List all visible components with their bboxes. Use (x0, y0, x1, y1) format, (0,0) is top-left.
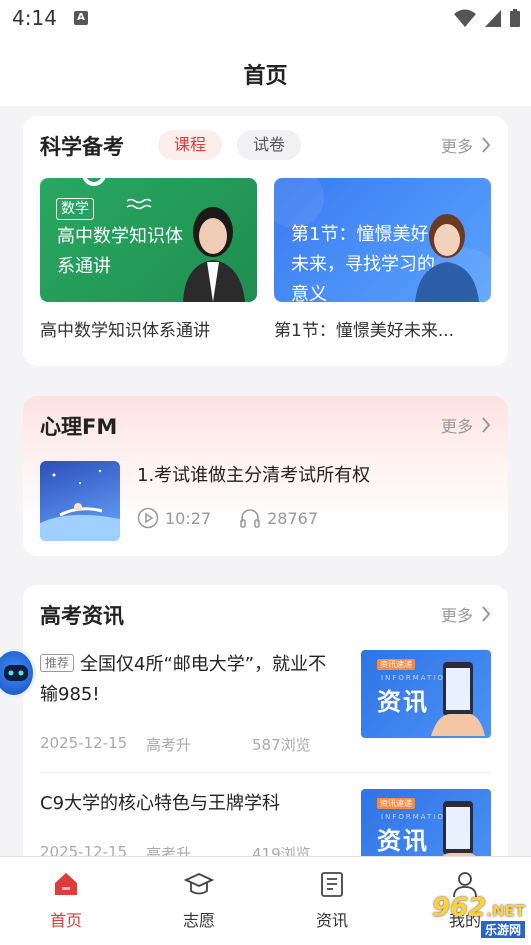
fm-episode-meta: 10:27 28767 (137, 507, 318, 529)
gaokao-news-card: 高考资讯 更多 推荐 全国仅4所“邮电大学”，就业不输985! 2025-12-1… (23, 585, 508, 877)
news-views: 587浏览 (252, 736, 311, 754)
home-icon (55, 873, 77, 895)
chevron-right-icon (482, 606, 491, 622)
more-link[interactable]: 更多 (441, 133, 491, 157)
thumb-title: 资讯 (377, 827, 429, 855)
teacher-portrait-icon (183, 207, 245, 302)
course-card[interactable]: 数学 高中数学知识体系通讲 高中数学知识体系通讲 (40, 178, 257, 341)
news-item[interactable]: 推荐 全国仅4所“邮电大学”，就业不输985! 2025-12-15 高考升 58… (40, 650, 491, 770)
more-label: 更多 (440, 137, 473, 156)
news-title-text: C9大学的核心特色与王牌学科 (40, 793, 281, 814)
section-title: 心理FM (40, 415, 118, 439)
fm-thumbnail (40, 461, 120, 541)
tab-exam-paper[interactable]: 试卷 (237, 130, 302, 160)
card-header: 高考资讯 更多 (40, 585, 491, 641)
play-circle-icon (137, 507, 159, 529)
headphones-icon (240, 509, 260, 528)
decor-wave-icon (126, 198, 152, 210)
fm-episode-title: 1.考试谁做主分清考试所有权 (137, 465, 371, 486)
document-icon (321, 872, 343, 897)
news-thumbnail: 资讯速递 INFORMATION 资讯 (361, 650, 491, 738)
thumb-small-label: 资讯速递 (377, 659, 415, 670)
phone-hand-icon (431, 662, 485, 736)
page-title: 首页 (243, 64, 288, 89)
tab-volunteer[interactable]: 志愿 (159, 869, 239, 931)
tab-course[interactable]: 课程 (158, 130, 223, 160)
duration-text: 10:27 (165, 508, 212, 528)
watermark-site: 乐游网 (480, 921, 525, 938)
science-prep-card: 科学备考 课程 试卷 更多 数学 高中数学知识体系通讲 高中数学知识体系通讲 第… (23, 116, 508, 366)
signal-icon (485, 10, 501, 27)
divider (40, 772, 491, 773)
tab-home[interactable]: 首页 (26, 869, 106, 931)
tab-label: 志愿 (182, 911, 215, 930)
recommend-tag: 推荐 (40, 654, 75, 672)
news-author: 高考升 (146, 736, 192, 754)
course-thumbnail: 第1节：憧憬美好未来，寻找学习的意义 (274, 178, 491, 302)
news-title-text: 全国仅4所“邮电大学”，就业不输985! (40, 654, 327, 705)
teacher-portrait-icon (415, 214, 479, 302)
listen-count: 28767 (239, 507, 318, 529)
watermark-number: 962 (431, 893, 487, 923)
system-icons (453, 8, 521, 28)
card-header: 科学备考 课程 试卷 更多 (40, 116, 491, 172)
subject-tag: 数学 (56, 198, 94, 220)
psychology-fm-card: 心理FM 更多 1.考试谁做主分清考试所有权 10:27 28767 (23, 396, 508, 556)
course-caption: 高中数学知识体系通讲 (40, 321, 210, 341)
decor-circle-icon (82, 178, 106, 186)
listen-count-text: 28767 (267, 508, 319, 528)
more-label: 更多 (440, 417, 473, 436)
graduation-cap-icon (184, 873, 214, 895)
section-title: 高考资讯 (40, 604, 124, 628)
thumb-small-label: 资讯速递 (377, 798, 415, 809)
watermark-logo: 962.NET 乐游网 (431, 893, 525, 938)
tab-news[interactable]: 资讯 (292, 869, 372, 931)
duration: 10:27 (137, 507, 211, 529)
more-link[interactable]: 更多 (441, 413, 491, 437)
course-caption: 第1节：憧憬美好未来... (274, 321, 455, 341)
news-date: 2025-12-15 (40, 734, 128, 752)
night-sky-illustration-icon (40, 469, 120, 541)
thumb-title: 资讯 (377, 688, 429, 716)
notification-icon: A (74, 11, 88, 25)
watermark-suffix: .NET (486, 902, 525, 920)
chevron-right-icon (482, 137, 491, 153)
assistant-bot-button[interactable] (0, 648, 36, 698)
news-title: 推荐 全国仅4所“邮电大学”，就业不输985! (40, 650, 340, 710)
top-header: 首页 (0, 36, 531, 106)
battery-icon (510, 9, 520, 27)
tab-label: 首页 (49, 911, 82, 930)
robot-face-icon (4, 665, 28, 681)
tab-label: 资讯 (315, 911, 348, 930)
more-label: 更多 (440, 606, 473, 625)
course-thumbnail: 数学 高中数学知识体系通讲 (40, 178, 257, 302)
more-link[interactable]: 更多 (441, 602, 491, 626)
fm-episode[interactable]: 1.考试谁做主分清考试所有权 10:27 28767 (40, 461, 491, 541)
chevron-right-icon (482, 417, 491, 433)
course-card[interactable]: 第1节：憧憬美好未来，寻找学习的意义 第1节：憧憬美好未来... (274, 178, 491, 341)
wifi-icon (454, 9, 476, 27)
status-time: 4:14 (12, 6, 57, 30)
section-title: 科学备考 (40, 135, 124, 159)
status-bar: 4:14 A (0, 0, 531, 36)
card-header: 心理FM 更多 (40, 396, 491, 452)
